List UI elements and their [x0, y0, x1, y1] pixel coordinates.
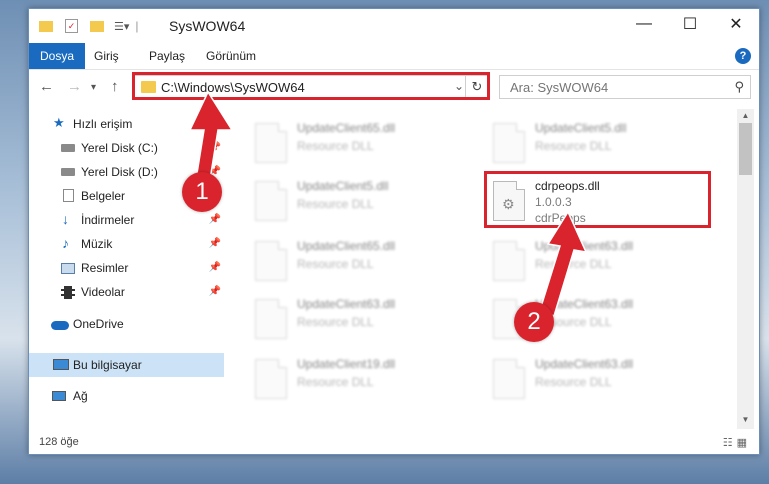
step-badge-2: 2	[514, 302, 554, 342]
dll-file-icon	[493, 123, 525, 163]
sidebar-item-onedrive[interactable]: OneDrive	[29, 313, 224, 335]
video-icon	[61, 286, 75, 299]
tab-file[interactable]: Dosya	[29, 43, 86, 69]
dll-file-icon	[255, 123, 287, 163]
dll-file-icon	[493, 359, 525, 399]
computer-icon	[53, 359, 69, 370]
pin-icon[interactable]: 📌	[209, 214, 221, 225]
file-item[interactable]: UpdateClient65.dll Resource DLL	[225, 115, 455, 171]
item-count: 128 öğe	[39, 436, 79, 448]
pin-icon[interactable]: 📌	[209, 286, 221, 297]
pin-icon[interactable]: 📌	[209, 238, 221, 249]
maximize-button[interactable]: ☐	[667, 9, 713, 39]
vertical-scrollbar[interactable]: ▲ ▼	[737, 109, 754, 429]
close-button[interactable]: ✕	[713, 9, 759, 39]
ribbon: Dosya Giriş Paylaş Görünüm ?	[29, 43, 759, 70]
window-title: SysWOW64	[169, 18, 246, 34]
status-bar: 128 öğe ☷▦	[29, 432, 759, 454]
file-item[interactable]: UpdateClient19.dll Resource DLL	[225, 351, 455, 407]
new-folder-icon[interactable]	[90, 20, 104, 32]
picture-icon	[61, 263, 75, 274]
file-item[interactable]: UpdateClient65.dll Resource DLL	[225, 233, 455, 289]
tab-share[interactable]: Paylaş	[138, 43, 196, 69]
sidebar-item-network[interactable]: Ağ	[29, 385, 224, 407]
file-highlight-box	[484, 171, 711, 228]
search-box[interactable]: ⚲	[499, 75, 751, 99]
separator-icon: |	[135, 19, 139, 33]
drive-icon	[61, 144, 75, 152]
document-icon	[63, 189, 74, 202]
up-icon[interactable]: ↑	[111, 78, 119, 95]
search-icon[interactable]: ⚲	[734, 79, 744, 95]
file-item[interactable]: UpdateClient5.dll Resource DLL	[225, 173, 455, 229]
scroll-up-icon[interactable]: ▲	[737, 111, 754, 120]
back-icon[interactable]: ←	[39, 78, 54, 95]
sidebar-item-music[interactable]: ♪ Müzik 📌	[29, 233, 224, 255]
file-item[interactable]: UpdateClient63.dll Resource DLL	[225, 291, 455, 347]
customize-icon[interactable]: ☰▾	[114, 20, 129, 33]
recent-locations-icon[interactable]: ▾	[91, 82, 96, 93]
sidebar-item-videos[interactable]: Videolar 📌	[29, 281, 224, 303]
title-bar: ✓ ☰▾ | SysWOW64 — ☐ ✕	[29, 9, 759, 43]
dll-file-icon	[255, 241, 287, 281]
sidebar-item-downloads[interactable]: ↓ İndirmeler 📌	[29, 209, 224, 231]
star-icon: ★	[53, 115, 65, 130]
dll-file-icon	[255, 181, 287, 221]
network-icon	[52, 391, 66, 401]
file-item[interactable]: UpdateClient5.dll Resource DLL	[463, 115, 693, 171]
sidebar-item-this-pc[interactable]: Bu bilgisayar	[29, 353, 224, 377]
file-item[interactable]: UpdateClient63.dll Resource DLL	[463, 351, 693, 407]
sidebar-item-pictures[interactable]: Resimler 📌	[29, 257, 224, 279]
file-list: UpdateClient65.dll Resource DLL UpdateCl…	[225, 109, 735, 429]
properties-icon[interactable]: ✓	[65, 19, 78, 33]
folder-icon[interactable]	[39, 20, 53, 32]
pin-icon[interactable]: 📌	[209, 262, 221, 273]
scroll-down-icon[interactable]: ▼	[737, 415, 754, 424]
tab-view[interactable]: Görünüm	[195, 43, 267, 69]
minimize-button[interactable]: —	[621, 9, 667, 39]
cloud-icon	[51, 321, 69, 330]
help-icon[interactable]: ?	[735, 48, 751, 64]
dll-file-icon	[255, 299, 287, 339]
tab-home[interactable]: Giriş	[83, 43, 130, 69]
scroll-thumb[interactable]	[739, 123, 752, 175]
forward-icon[interactable]: →	[67, 78, 82, 95]
search-input[interactable]	[508, 79, 712, 96]
drive-icon	[61, 168, 75, 176]
step-badge-1: 1	[182, 172, 222, 212]
music-icon: ♪	[62, 235, 69, 251]
download-icon: ↓	[62, 211, 69, 227]
dll-file-icon	[255, 359, 287, 399]
quick-access-toolbar: ✓ ☰▾ |	[39, 18, 139, 34]
view-toggle-icons[interactable]: ☷▦	[723, 436, 751, 449]
